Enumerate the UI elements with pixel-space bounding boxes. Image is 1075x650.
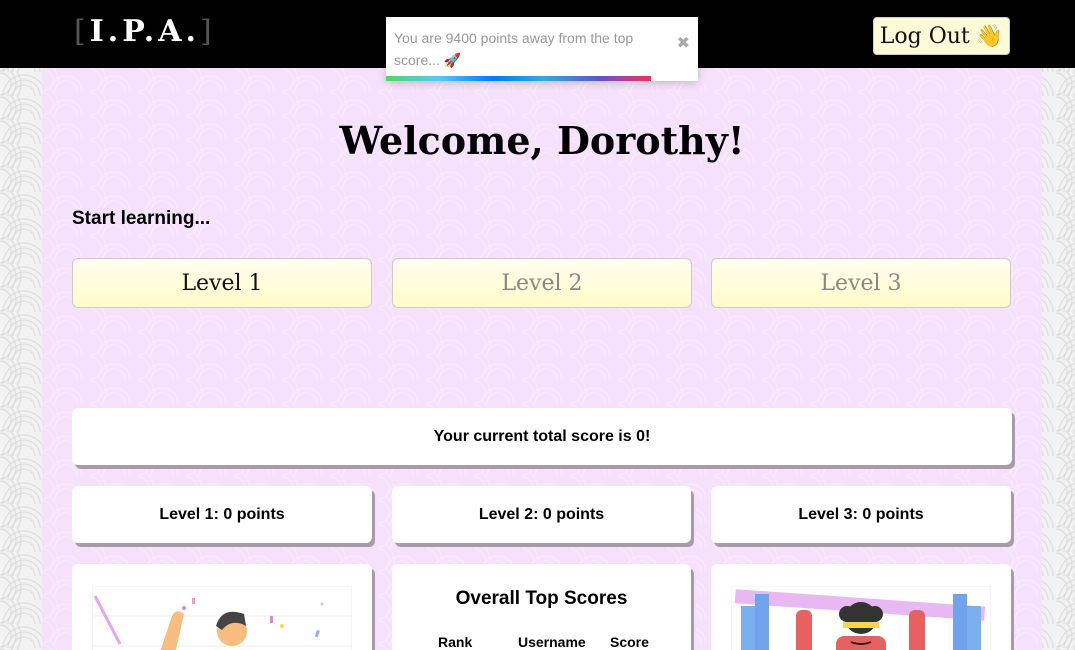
level-2-score-text: Level 2: 0 points — [478, 505, 605, 523]
logo-bracket-right: ] — [199, 14, 216, 49]
level-1-score-text: Level 1: 0 points — [159, 505, 285, 523]
main-panel: Welcome, Dorothy! Start learning... Leve… — [42, 68, 1042, 650]
top-scores-card: Overall Top Scores Rank Username Score — [392, 564, 691, 650]
toast-progress-bar — [386, 76, 652, 81]
start-learning-label: Start learning... — [72, 208, 211, 229]
username-column-header: Username — [518, 634, 586, 650]
score-toast: You are 9400 points away from the top sc… — [386, 17, 698, 81]
weightlifting-illustration — [731, 586, 991, 650]
rank-column-header: Rank — [438, 634, 473, 650]
logo-text: I.P.A. — [89, 14, 200, 49]
level-3-score-text: Level 3: 0 points — [798, 505, 924, 523]
level-3-button[interactable]: Level 3 — [711, 258, 1011, 308]
celebration-illustration-card — [72, 564, 372, 650]
weightlifting-illustration-card — [711, 564, 1011, 650]
app-logo[interactable]: [I.P.A.] — [74, 14, 216, 49]
level-1-button[interactable]: Level 1 — [72, 258, 372, 308]
logout-label: Log Out — [879, 23, 970, 49]
logo-bracket-left: [ — [74, 14, 90, 49]
score-column-header: Score — [610, 634, 649, 650]
logout-button[interactable]: Log Out 👋 — [873, 17, 1010, 55]
top-scores-title: Overall Top Scores — [455, 588, 628, 609]
total-score-text: Your current total score is 0! — [433, 427, 651, 445]
close-icon[interactable]: ✖ — [677, 33, 690, 52]
total-score-card: Your current total score is 0! — [72, 408, 1012, 465]
wave-icon: 👋 — [975, 23, 1004, 49]
toast-message: You are 9400 points away from the top sc… — [394, 30, 634, 68]
level-3-score-card: Level 3: 0 points — [711, 486, 1011, 543]
level-2-button[interactable]: Level 2 — [392, 258, 692, 308]
page-title: Welcome, Dorothy! — [339, 118, 745, 163]
level-2-score-card: Level 2: 0 points — [392, 486, 691, 543]
level-1-score-card: Level 1: 0 points — [72, 486, 372, 543]
celebration-illustration — [92, 586, 352, 650]
